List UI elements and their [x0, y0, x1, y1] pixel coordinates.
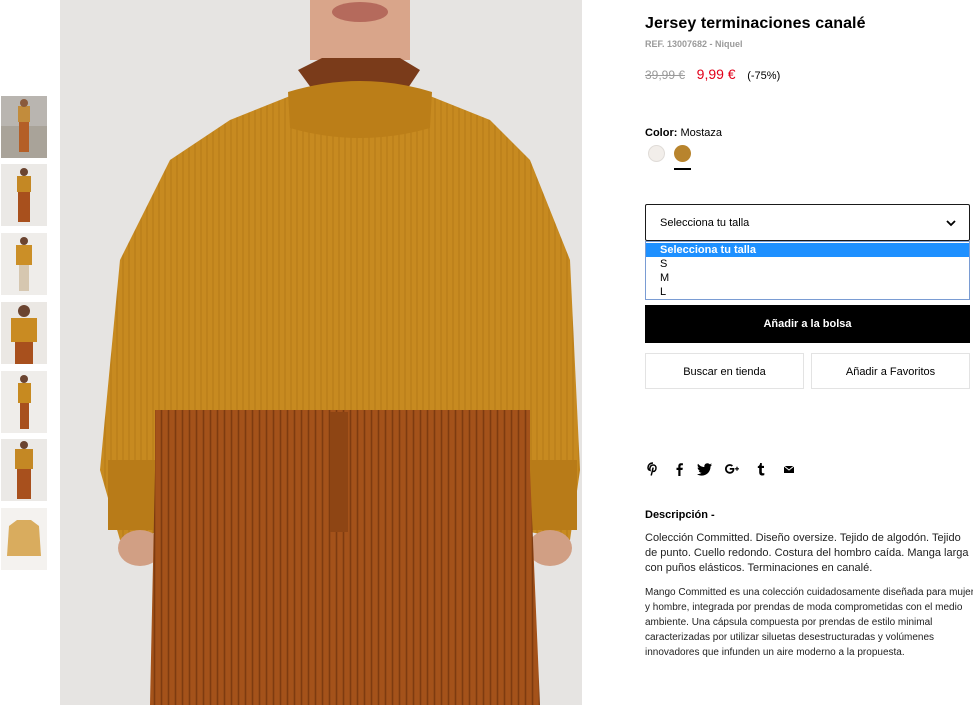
color-swatch-mostaza[interactable]	[674, 145, 691, 162]
color-value: Mostaza	[680, 127, 723, 139]
old-price: 39,99 €	[645, 68, 686, 82]
thumbnail-5[interactable]	[1, 371, 47, 433]
size-option-s[interactable]: S	[646, 257, 969, 271]
size-option-l[interactable]: L	[646, 285, 969, 299]
discount-badge: (-75%)	[747, 70, 781, 82]
thumbnail-7[interactable]	[1, 508, 47, 570]
facebook-icon[interactable]	[671, 461, 687, 477]
product-title: Jersey terminaciones canalé	[645, 15, 866, 32]
color-label-prefix: Color:	[645, 127, 678, 139]
description-title[interactable]: Descripción -	[645, 509, 715, 521]
thumbnail-2[interactable]	[1, 164, 47, 226]
selected-swatch-indicator	[674, 168, 691, 170]
google-plus-icon[interactable]	[724, 461, 740, 477]
chevron-down-icon	[946, 220, 956, 227]
thumbnail-1[interactable]	[1, 96, 47, 158]
twitter-icon[interactable]	[697, 461, 713, 477]
price-row: 39,99 € 9,99 € (-75%)	[645, 66, 780, 82]
description-paragraph-2: Mango Committed es una colección cuidado…	[645, 587, 973, 658]
size-option-placeholder[interactable]: Selecciona tu talla	[646, 243, 969, 257]
pinterest-icon[interactable]	[645, 461, 661, 477]
add-to-bag-button[interactable]: Añadir a la bolsa	[645, 305, 970, 343]
description-paragraph-1: Colección Committed. Diseño oversize. Te…	[645, 532, 969, 574]
color-label: Color: Mostaza	[645, 127, 722, 139]
size-select[interactable]: Selecciona tu talla	[645, 204, 970, 241]
main-product-image	[60, 0, 582, 705]
color-swatch-white[interactable]	[648, 145, 665, 162]
find-in-store-button[interactable]: Buscar en tienda	[645, 353, 804, 389]
size-option-m[interactable]: M	[646, 271, 969, 285]
product-ref: REF. 13007682 - Niquel	[645, 39, 743, 49]
size-select-value: Selecciona tu talla	[660, 217, 750, 229]
add-to-favorites-button[interactable]: Añadir a Favoritos	[811, 353, 970, 389]
thumbnail-3[interactable]	[1, 233, 47, 295]
sale-price: 9,99 €	[696, 66, 736, 82]
size-dropdown-list: Selecciona tu talla S M L	[645, 241, 970, 300]
tumblr-icon[interactable]	[753, 461, 769, 477]
thumbnail-4[interactable]	[1, 302, 47, 364]
thumbnail-6[interactable]	[1, 439, 47, 501]
email-icon[interactable]	[781, 461, 797, 477]
